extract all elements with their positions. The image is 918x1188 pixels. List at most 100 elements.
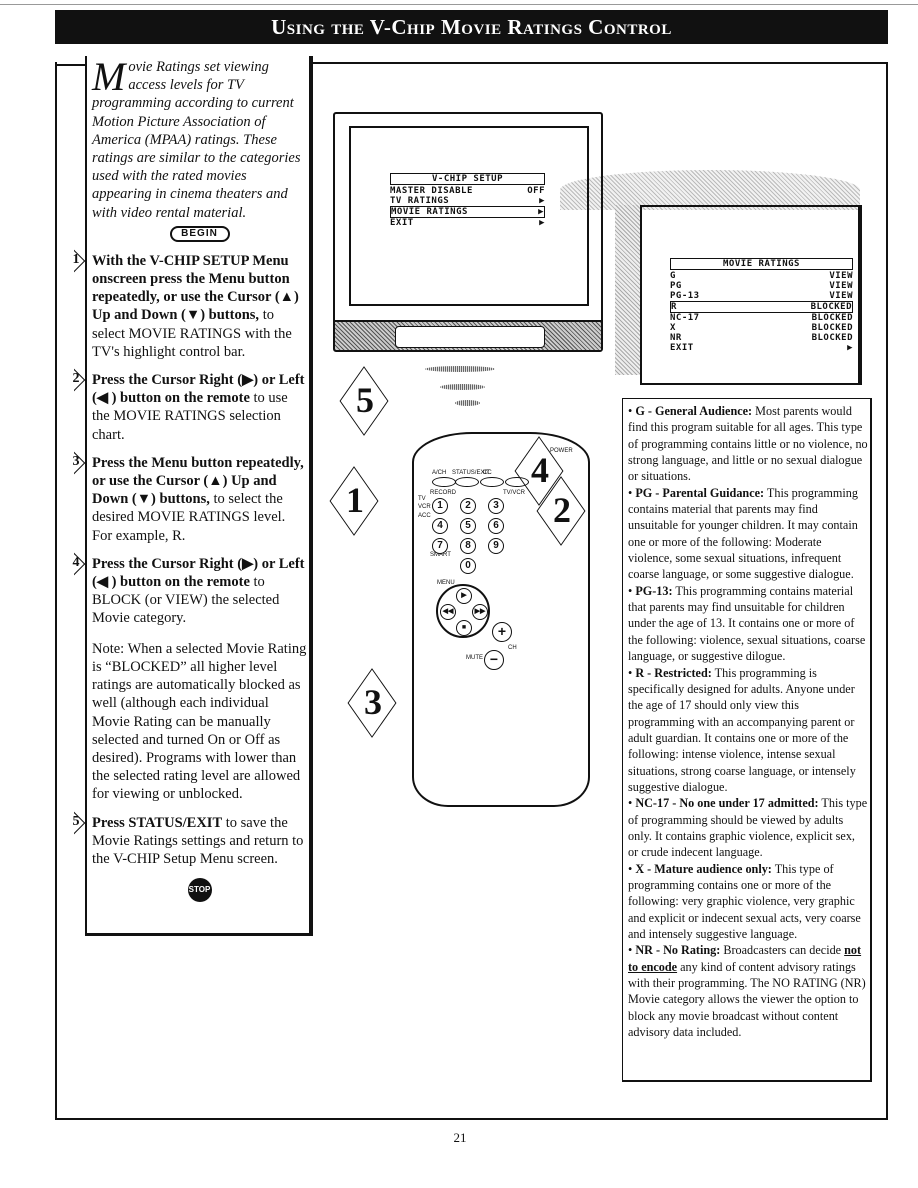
step-number-icon: 5 <box>64 812 88 832</box>
vchip-setup-menu: V-CHIP SETUP MASTER DISABLE OFF TV RATINGS… <box>390 173 545 228</box>
step-1: 1 With the V-CHIP SETUP Menu onscreen pre… <box>73 252 307 361</box>
rating-text: Broadcasters can decide <box>720 943 845 958</box>
digit-button-5: 5 <box>460 518 476 534</box>
menu-row-label: EXIT <box>670 343 694 353</box>
remote-top-button <box>480 477 504 487</box>
page-number: 21 <box>453 1130 467 1145</box>
instructions-column: Movie Ratings set viewing access levels … <box>73 57 307 903</box>
digit-button-1: 1 <box>432 498 448 514</box>
menu-row: MASTER DISABLE OFF <box>390 186 545 196</box>
remote-top-button <box>455 477 479 487</box>
remote-top-button <box>432 477 456 487</box>
rating-name: PG - Parental Guidance: <box>635 485 765 500</box>
tv-illustration <box>333 112 603 352</box>
menu-header: V-CHIP SETUP <box>390 173 545 185</box>
rating-description: • R - Restricted: This programming is sp… <box>628 665 856 794</box>
signal-wave <box>455 400 480 406</box>
menu-row: G VIEW <box>670 271 853 281</box>
signal-wave <box>425 366 495 372</box>
movie-ratings-menu: MOVIE RATINGS G VIEW PG VIEW PG-13 VIEW R BLOCK… <box>670 258 853 353</box>
menu-row-value: OFF <box>527 186 545 196</box>
top-rule <box>0 4 918 5</box>
menu-row-value: BLOCKED <box>811 333 853 343</box>
rating-description: • G - General Audience: Most parents wou… <box>628 404 868 484</box>
step-instruction: Press STATUS/EXIT <box>92 814 223 831</box>
menu-row: TV RATINGS ▶ <box>390 196 545 206</box>
menu-row: PG-13 VIEW <box>670 291 853 301</box>
menu-row-label: PG <box>670 281 682 291</box>
menu-row-label: G <box>670 271 676 281</box>
rating-description: • PG-13: This programming contains mater… <box>628 583 866 664</box>
menu-row-value: BLOCKED <box>811 313 853 323</box>
menu-header: MOVIE RATINGS <box>670 258 853 270</box>
remote-label-acc: ACC <box>418 513 431 519</box>
step-instruction: Press the Cursor Right (▶) or Left (◀ ) … <box>92 555 305 591</box>
menu-row: NR BLOCKED <box>670 333 853 343</box>
remote-label-cc: CC <box>483 470 492 476</box>
menu-row-value: ▶ <box>538 207 544 217</box>
rating-name: NR - No Rating: <box>635 943 721 958</box>
menu-row: EXIT ▶ <box>390 218 545 228</box>
left-rule <box>55 64 85 66</box>
menu-row-label: EXIT <box>390 218 414 228</box>
menu-row: R BLOCKED <box>670 301 853 313</box>
signal-wave <box>440 384 485 390</box>
menu-row: PG VIEW <box>670 281 853 291</box>
step-3: 3 Press the Menu button repeatedly, or us… <box>73 454 307 545</box>
screen-zoom-beam <box>560 170 860 210</box>
rating-name: NC-17 - No one under 17 admitted: <box>635 796 819 811</box>
callout-5: 5 <box>335 378 395 422</box>
step-number-icon: 1 <box>64 250 88 270</box>
stop-icon: STOP <box>187 878 212 903</box>
begin-badge: BEGIN <box>169 225 230 242</box>
cursor-up-button-icon: ▶ <box>456 588 472 604</box>
step-number-icon: 3 <box>64 452 88 472</box>
callout-1: 1 <box>325 478 385 522</box>
callout-2: 2 <box>532 488 592 532</box>
rating-description: • PG - Parental Guidance: This programmi… <box>628 485 858 582</box>
menu-row-label: NC-17 <box>670 313 700 323</box>
menu-row-value: ▶ <box>847 343 853 353</box>
frame-top-rule <box>312 62 888 64</box>
menu-row-value: VIEW <box>829 291 853 301</box>
remote-label-mute: MUTE <box>466 655 483 661</box>
page-title: Using the V-Chip Movie Ratings Control <box>55 10 888 44</box>
rating-name: PG-13: <box>635 583 673 598</box>
menu-row-value: ▶ <box>539 196 545 206</box>
step-5: 5 Press STATUS/EXIT to save the Movie Rat… <box>73 814 307 869</box>
menu-row-label: X <box>670 323 676 333</box>
remote-label-ach: A/CH <box>432 470 447 476</box>
rating-name: R - Restricted: <box>635 665 712 680</box>
rating-description: • X - Mature audience only: This type of… <box>628 861 861 941</box>
remote-label-record: RECORD <box>430 490 457 496</box>
rating-text: This programming is specifically designe… <box>628 665 856 794</box>
rating-name: G - General Audience: <box>635 404 753 418</box>
menu-row-label: TV RATINGS <box>390 196 450 206</box>
remote-label-tv: TV <box>418 496 426 502</box>
menu-row-value: ▶ <box>539 218 545 228</box>
remote-label-vcr: VCR <box>418 504 431 510</box>
callout-4: 4 <box>510 448 570 492</box>
digit-button-4: 4 <box>432 518 448 534</box>
channel-down-icon: − <box>484 650 504 670</box>
ratings-descriptions: • G - General Audience: Most parents wou… <box>628 403 868 1040</box>
digit-button-6: 6 <box>488 518 504 534</box>
note-text: Note: When a selected Movie Rating is “B… <box>92 640 307 803</box>
menu-row: MOVIE RATINGS ▶ <box>390 206 545 218</box>
menu-row-value: BLOCKED <box>810 302 852 312</box>
digit-button-3: 3 <box>488 498 504 514</box>
rating-description: • NR - No Rating: Broadcasters can decid… <box>628 943 866 1040</box>
tv-controls <box>395 326 545 348</box>
step-4: 4 Press the Cursor Right (▶) or Left (◀ )… <box>73 555 307 628</box>
cursor-right-button-icon: ▶▶ <box>472 604 488 620</box>
tv-front-panel <box>335 320 601 350</box>
remote-label-ch: CH <box>508 645 517 651</box>
digit-button-9: 9 <box>488 538 504 554</box>
menu-row-label: PG-13 <box>670 291 700 301</box>
step-2: 2 Press the Cursor Right (▶) or Left (◀ )… <box>73 371 307 444</box>
intro-paragraph: Movie Ratings set viewing access levels … <box>92 57 307 222</box>
step-number-icon: 2 <box>64 369 88 389</box>
screen-zoom-beam <box>615 205 640 375</box>
menu-row-label: NR <box>670 333 682 343</box>
rating-name: X - Mature audience only: <box>635 861 772 876</box>
